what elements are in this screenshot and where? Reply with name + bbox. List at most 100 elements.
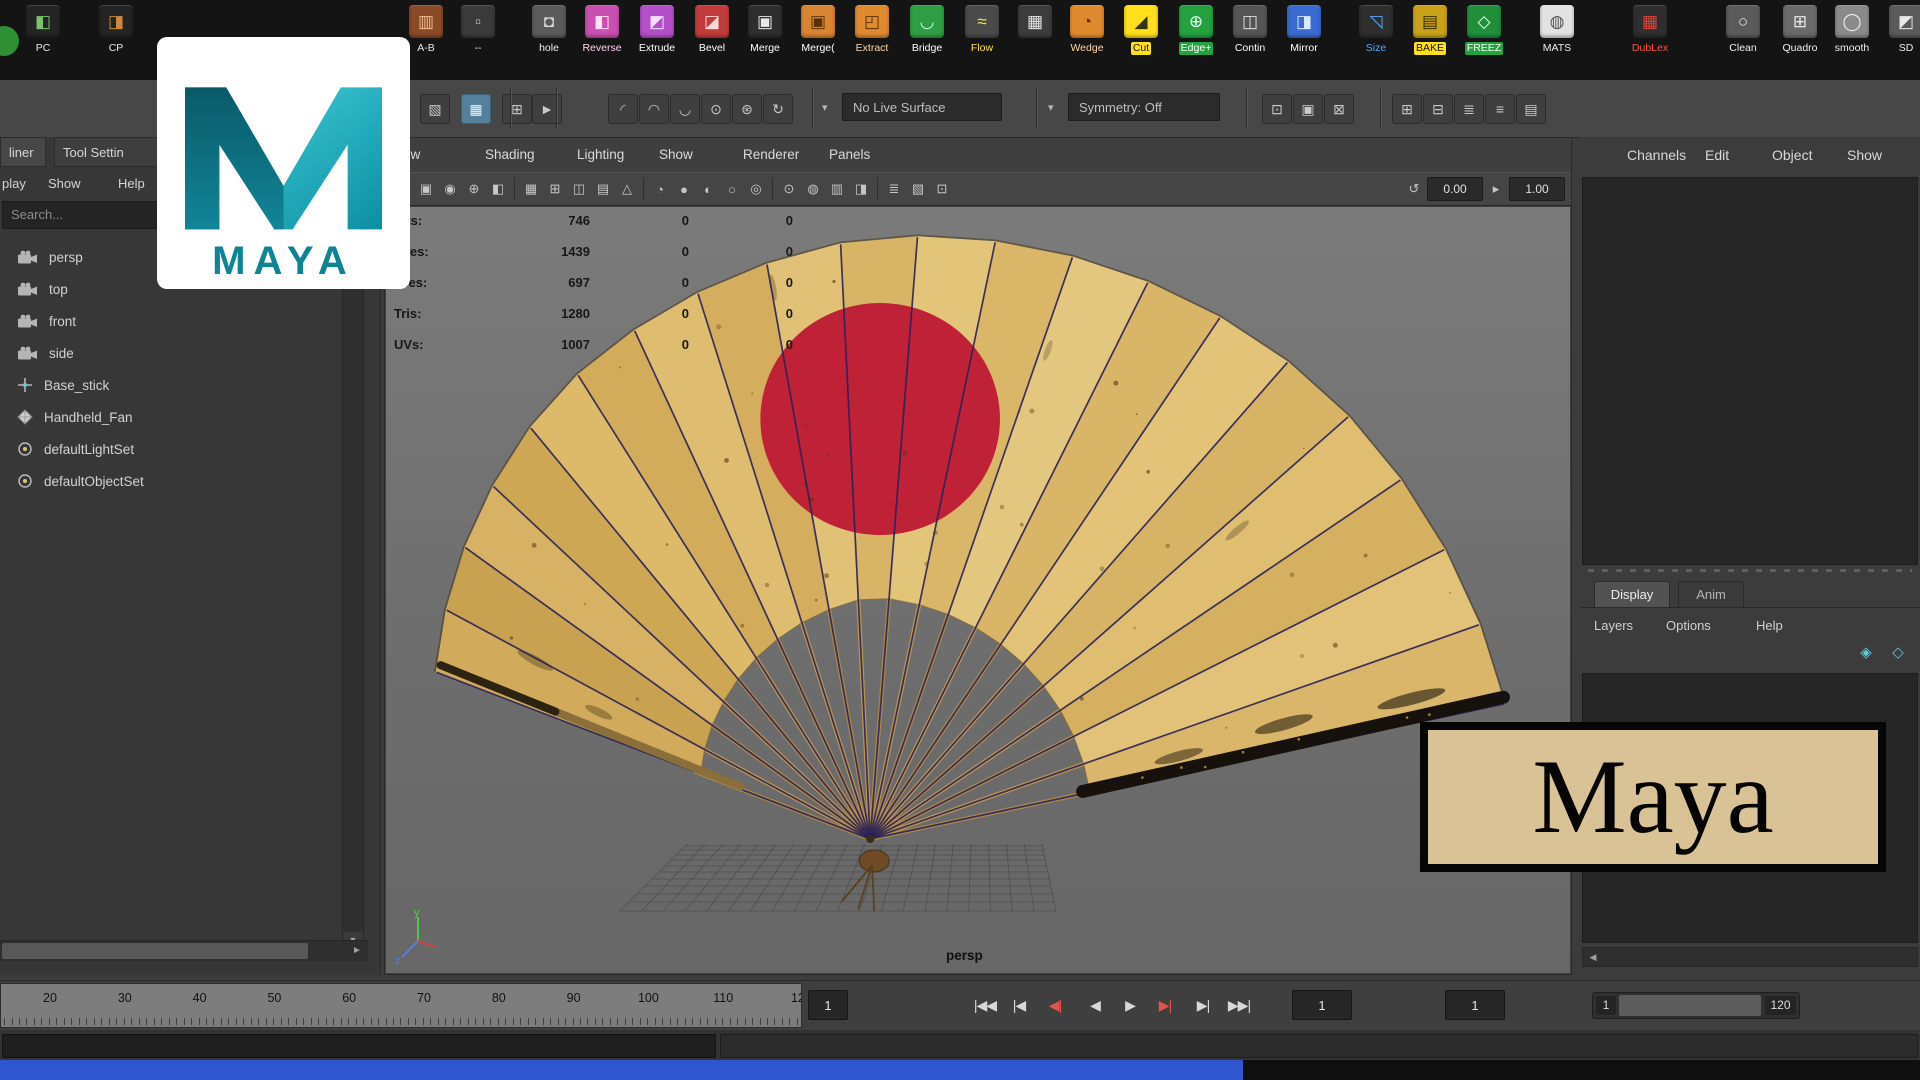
viewport-toolbar-icon[interactable]: ⊡ bbox=[931, 177, 953, 201]
time-ruler[interactable]: 20 30 40 50 60 70 80 90 100 110 12 bbox=[0, 983, 802, 1028]
shelf-item-SD[interactable]: ◩ SD bbox=[1882, 3, 1920, 77]
playback-go-start-button[interactable]: |◀◀ bbox=[968, 985, 1002, 1025]
history-icon[interactable]: ⊠ bbox=[1324, 94, 1354, 124]
shelf-item-Merge[interactable]: ▣ Merge bbox=[741, 3, 789, 77]
shelf-item-Bevel[interactable]: ◪ Bevel bbox=[688, 3, 736, 77]
shelf-item-Clean[interactable]: ○ Clean bbox=[1719, 3, 1767, 77]
scroll-left-icon[interactable]: ◀ bbox=[1585, 948, 1601, 966]
viewport-toolbar-icon[interactable]: ◍ bbox=[802, 177, 824, 201]
shelf-item-CP[interactable]: ◨ CP bbox=[92, 3, 140, 77]
history-icon[interactable]: ⊡ bbox=[1262, 94, 1292, 124]
shelf-item-Edge+[interactable]: ⊕ Edge+ bbox=[1172, 3, 1220, 77]
scroll-thumb[interactable] bbox=[2, 943, 308, 959]
shelf-item-BAKE[interactable]: ▤ BAKE bbox=[1406, 3, 1454, 77]
outliner-menu-show[interactable]: Show bbox=[48, 171, 81, 197]
layer-editor-hscrollbar[interactable]: ◀ bbox=[1582, 947, 1918, 967]
viewport-menu-Shading[interactable]: Shading bbox=[485, 138, 535, 172]
shelf-item-Bridge[interactable]: ◡ Bridge bbox=[903, 3, 951, 77]
viewport-toolbar-icon[interactable]: ⊞ bbox=[544, 177, 566, 201]
range-start-field[interactable]: 1 bbox=[1292, 990, 1352, 1020]
viewport-toolbar-icon[interactable]: ◎ bbox=[745, 177, 767, 201]
viewport-menu-Lighting[interactable]: Lighting bbox=[577, 138, 624, 172]
shelf-item-Quadro[interactable]: ⊞ Quadro bbox=[1776, 3, 1824, 77]
range-slider[interactable]: 1 120 bbox=[1592, 992, 1800, 1019]
shelf-item-DubLex[interactable]: ▦ DubLex bbox=[1626, 3, 1674, 77]
layer-menu-layers[interactable]: Layers bbox=[1594, 613, 1633, 639]
outliner-menu-display[interactable]: play bbox=[2, 171, 26, 197]
shelf-item-Size[interactable]: ◹ Size bbox=[1352, 3, 1400, 77]
outliner-item-defaultLightSet[interactable]: defaultLightSet bbox=[0, 433, 336, 465]
tab-display[interactable]: Display bbox=[1594, 581, 1670, 608]
shelf-item-Extract[interactable]: ◰ Extract bbox=[848, 3, 896, 77]
playback-prev-key-button[interactable]: |◀ bbox=[1002, 985, 1036, 1025]
playback-play-forward-button[interactable]: ▶ bbox=[1113, 985, 1147, 1025]
history-icon[interactable]: ▣ bbox=[1293, 94, 1323, 124]
viewport-toolbar-icon[interactable]: △ bbox=[616, 177, 638, 201]
viewport-toolbar-icon[interactable]: ▤ bbox=[592, 177, 614, 201]
viewport-toolbar-icon[interactable]: ○ bbox=[721, 177, 743, 201]
channelbox-menu-Edit[interactable]: Edit bbox=[1705, 137, 1729, 173]
shelf-item-Merge([interactable]: ▣ Merge( bbox=[794, 3, 842, 77]
shelf-item-MATS[interactable]: ◍ MATS bbox=[1533, 3, 1581, 77]
symmetry-field[interactable]: Symmetry: Off bbox=[1068, 93, 1220, 121]
tab-anim[interactable]: Anim bbox=[1678, 581, 1744, 608]
layer-menu-help[interactable]: Help bbox=[1756, 613, 1783, 639]
shelf-item-Contin[interactable]: ◫ Contin bbox=[1226, 3, 1274, 77]
snap-mode-icon[interactable]: ⊞ bbox=[502, 94, 532, 124]
layer-menu-options[interactable]: Options bbox=[1666, 613, 1711, 639]
playback-step-back-button[interactable]: ◀| bbox=[1038, 985, 1072, 1025]
playback-step-forward-button[interactable]: ▶| bbox=[1148, 985, 1182, 1025]
range-max-chip[interactable]: 120 bbox=[1765, 996, 1796, 1015]
layer-tool-icon[interactable]: ◇ bbox=[1888, 643, 1908, 663]
shelf-item-FREEZ[interactable]: ◇ FREEZ bbox=[1460, 3, 1508, 77]
reset-icon[interactable]: ↺ bbox=[1403, 177, 1425, 201]
outliner-item-front[interactable]: front bbox=[0, 305, 336, 337]
editor-icon[interactable]: ⊞ bbox=[1392, 94, 1422, 124]
viewport-toolbar-icon[interactable]: ◨ bbox=[850, 177, 872, 201]
viewport-toolbar-icon[interactable]: ◫ bbox=[568, 177, 590, 201]
snap-icon[interactable]: ◜ bbox=[608, 94, 638, 124]
snap-icon[interactable]: ⊙ bbox=[701, 94, 731, 124]
range-min-chip[interactable]: 1 bbox=[1596, 996, 1616, 1015]
outliner-menu-help[interactable]: Help bbox=[118, 171, 145, 197]
viewport-toolbar-icon[interactable]: ◉ bbox=[439, 177, 461, 201]
layer-tool-icon[interactable]: ◈ bbox=[1856, 643, 1876, 663]
snap-icon[interactable]: ↻ bbox=[763, 94, 793, 124]
editor-icon[interactable]: ⊟ bbox=[1423, 94, 1453, 124]
viewport-toolbar-icon[interactable]: ▧ bbox=[907, 177, 929, 201]
outliner-item-Handheld_Fan[interactable]: Handheld_Fan bbox=[0, 401, 336, 433]
tab-outliner[interactable]: liner bbox=[0, 137, 46, 167]
snap-mode-icon[interactable]: ▦ bbox=[461, 94, 491, 124]
command-input[interactable] bbox=[2, 1034, 716, 1058]
editor-icon[interactable]: ≡ bbox=[1485, 94, 1515, 124]
viewport-toolbar-icon[interactable]: ▦ bbox=[520, 177, 542, 201]
symmetry-caret-icon[interactable]: ▾ bbox=[1048, 101, 1054, 114]
outliner-item-Base_stick[interactable]: Base_stick bbox=[0, 369, 336, 401]
viewport-menu-Renderer[interactable]: Renderer bbox=[743, 138, 799, 172]
scroll-right-icon[interactable]: ► bbox=[348, 941, 366, 961]
viewport-toolbar-icon[interactable]: ≣ bbox=[883, 177, 905, 201]
editor-icon[interactable]: ▤ bbox=[1516, 94, 1546, 124]
tab-tool-settings[interactable]: Tool Settin bbox=[54, 137, 170, 167]
exposure-field[interactable]: 0.00 bbox=[1427, 177, 1483, 201]
viewport-toolbar-icon[interactable]: ◐ bbox=[697, 177, 719, 201]
viewport-toolbar-icon[interactable]: ⊙ bbox=[778, 177, 800, 201]
shelf-item-icon[interactable]: ▦ bbox=[1011, 3, 1059, 77]
current-frame-field[interactable]: 1 bbox=[808, 990, 848, 1020]
shelf-item-hole[interactable]: ◘ hole bbox=[525, 3, 573, 77]
viewport-canvas[interactable]: erts:74600dges:143900aces:69700Tris:1280… bbox=[386, 207, 1570, 973]
shelf-item-PC[interactable]: ◧ PC bbox=[19, 3, 67, 77]
shelf-item---[interactable]: ▫ -- bbox=[454, 3, 502, 77]
live-surface-field[interactable]: No Live Surface bbox=[842, 93, 1002, 121]
shelf-item-Mirror[interactable]: ◨ Mirror bbox=[1280, 3, 1328, 77]
snap-icon[interactable]: ◠ bbox=[639, 94, 669, 124]
playback-play-backward-button[interactable]: ◀ bbox=[1078, 985, 1112, 1025]
viewport-toolbar-icon[interactable]: ● bbox=[673, 177, 695, 201]
channelbox-menu-Object[interactable]: Object bbox=[1772, 137, 1812, 173]
playback-go-end-button[interactable]: ▶▶| bbox=[1222, 985, 1256, 1025]
shelf-item-Wedge[interactable]: ◔ Wedge bbox=[1063, 3, 1111, 77]
viewport-menu-Panels[interactable]: Panels bbox=[829, 138, 870, 172]
outliner-item-defaultObjectSet[interactable]: defaultObjectSet bbox=[0, 465, 336, 497]
viewport-toolbar-icon[interactable]: ▣ bbox=[415, 177, 437, 201]
shelf-item-smooth[interactable]: ◯ smooth bbox=[1828, 3, 1876, 77]
